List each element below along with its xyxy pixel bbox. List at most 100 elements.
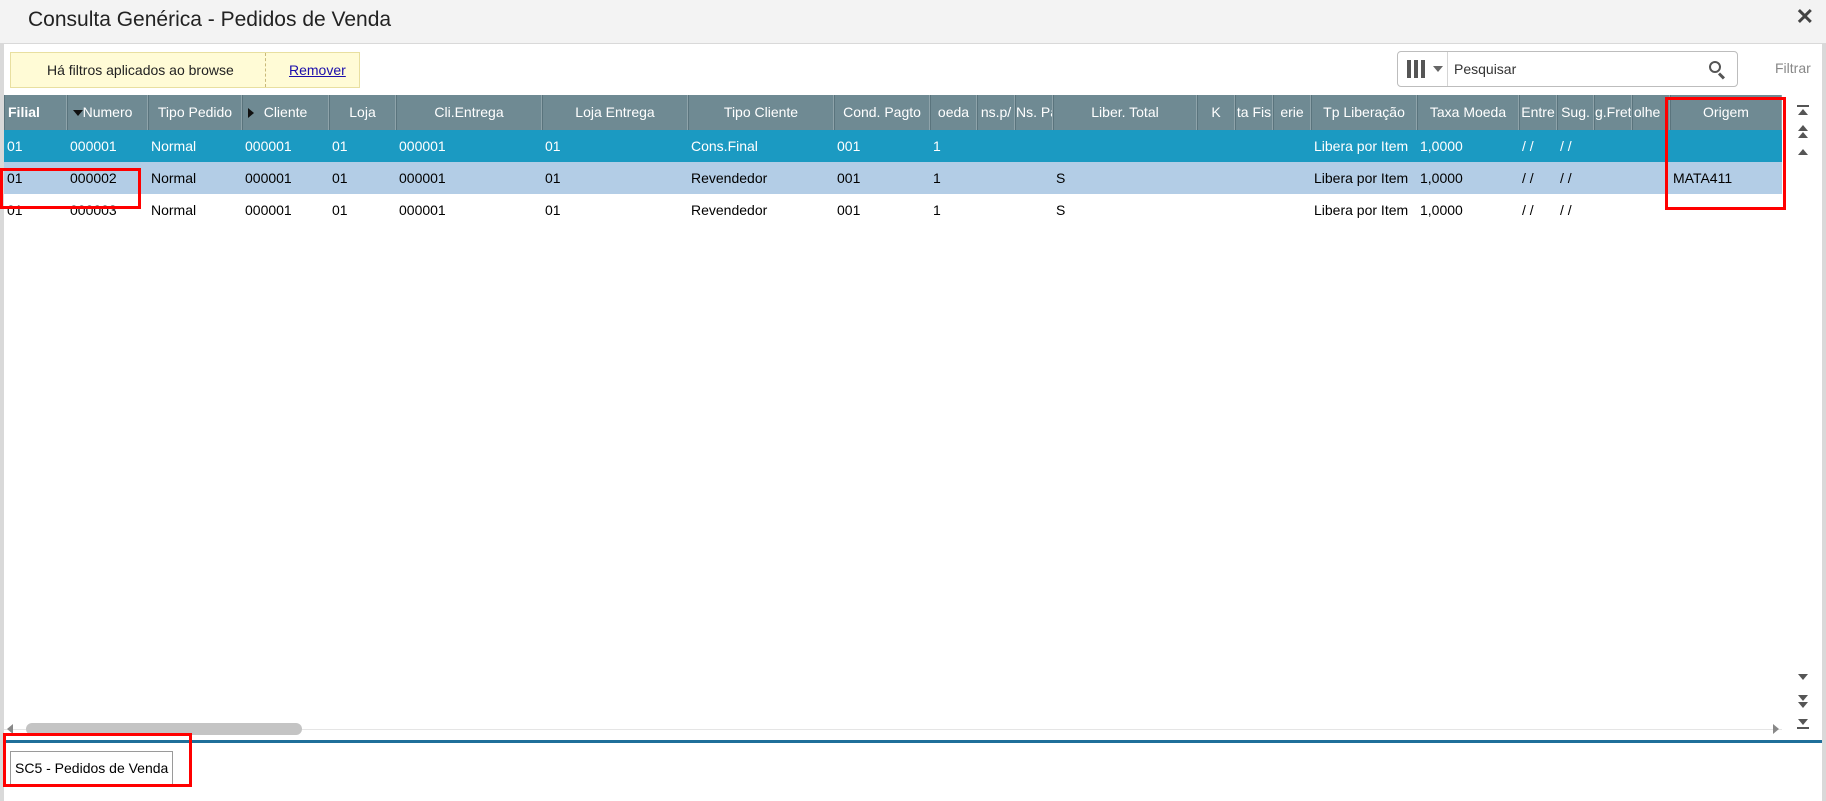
- column-header-ta-fis[interactable]: ta Fis: [1235, 95, 1273, 130]
- column-header-label: Ns. Pa: [1016, 104, 1052, 120]
- chevron-down-icon: [1433, 66, 1443, 72]
- table-cell-tipo-pedido: Normal: [151, 202, 197, 218]
- scroll-left-icon[interactable]: [7, 724, 13, 734]
- column-header-label: ns.p/: [980, 104, 1012, 120]
- table-cell-tp-liberacao: Libera por Item: [1314, 138, 1409, 154]
- horizontal-scrollbar[interactable]: [4, 720, 1782, 740]
- vertical-scrollbar[interactable]: [1782, 95, 1822, 740]
- sort-indicator-icon: [248, 108, 254, 118]
- table-cell-erie: [1273, 194, 1311, 227]
- horizontal-scroll-thumb[interactable]: [26, 723, 302, 735]
- column-header-label: Cliente: [263, 104, 308, 120]
- column-header-label: Cond. Pagto: [843, 104, 921, 120]
- column-header-label: Numero: [82, 104, 133, 120]
- column-header-label: Liber. Total: [1091, 104, 1159, 120]
- column-header-label: Tipo Pedido: [157, 104, 233, 120]
- column-header-loja[interactable]: Loja: [329, 95, 396, 130]
- column-header-label: Loja: [349, 104, 376, 120]
- column-header-ns-p[interactable]: ns.p/: [977, 95, 1015, 130]
- grid-header: Filial Numero Tipo Pedido Cliente Loja Cli.En…: [4, 95, 1782, 130]
- table-cell-tipo-cliente: Cons.Final: [691, 138, 758, 154]
- column-header-cond-pagto[interactable]: Cond. Pagto: [834, 95, 930, 130]
- scroll-bottom-icon[interactable]: [1794, 715, 1812, 733]
- table-cell-liber-total: S: [1056, 170, 1066, 186]
- search-icon[interactable]: [1709, 61, 1726, 80]
- table-cell-origem: MATA411: [1673, 170, 1733, 186]
- table-cell-cond-pagto: 001: [837, 138, 861, 154]
- table-cell-sug: / /: [1560, 202, 1572, 218]
- table-cell-loja: 01: [332, 202, 348, 218]
- column-header-erie[interactable]: erie: [1273, 95, 1311, 130]
- column-header-loja-entrega[interactable]: Loja Entrega: [542, 95, 688, 130]
- column-header-label: Sug.: [1561, 104, 1590, 120]
- column-header-taxa-moeda[interactable]: Taxa Moeda: [1417, 95, 1519, 130]
- column-header-g-fret[interactable]: g.Fret: [1594, 95, 1632, 130]
- remove-filter-link[interactable]: Remover: [289, 62, 346, 78]
- table-cell-cliente: 000001: [245, 202, 292, 218]
- table-cell-taxa-moeda: 1,0000: [1420, 138, 1463, 154]
- table-cell-loja-entrega: 01: [545, 138, 561, 154]
- filter-button[interactable]: Filtrar: [1775, 60, 1811, 76]
- column-header-label: Cli.Entrega: [434, 104, 504, 120]
- scroll-down-icon[interactable]: [1794, 668, 1812, 686]
- search-input[interactable]: [1454, 58, 1694, 80]
- column-header-tipo-cliente[interactable]: Tipo Cliente: [688, 95, 834, 130]
- title-bar: Consulta Genérica - Pedidos de Venda ✕: [0, 0, 1826, 44]
- table-cell-sug: / /: [1560, 170, 1572, 186]
- table-cell-cli-entrega: 000001: [399, 138, 446, 154]
- close-button[interactable]: ✕: [1796, 4, 1814, 30]
- scroll-page-up-icon[interactable]: [1794, 123, 1812, 141]
- table-cell-cliente: 000001: [245, 170, 292, 186]
- table-cell-tipo-cliente: Revendedor: [691, 202, 768, 218]
- table-cell-tipo-pedido: Normal: [151, 138, 197, 154]
- table-cell-liber-total: [1053, 130, 1197, 162]
- search-box: [1397, 51, 1738, 87]
- table-cell-tipo-pedido: Normal: [151, 170, 197, 186]
- table-cell-entre: / /: [1522, 202, 1534, 218]
- table-cell-taxa-moeda: 1,0000: [1420, 170, 1463, 186]
- column-header-label: olhe I: [1633, 104, 1669, 120]
- column-header-origem[interactable]: Origem: [1670, 95, 1782, 130]
- table-cell-taxa-moeda: 1,0000: [1420, 202, 1463, 218]
- table-cell-loja-entrega: 01: [545, 202, 561, 218]
- column-header-filial[interactable]: Filial: [4, 95, 67, 130]
- column-header-k[interactable]: K: [1197, 95, 1235, 130]
- column-header-label: Tipo Cliente: [723, 104, 799, 120]
- scroll-top-icon[interactable]: [1794, 103, 1812, 121]
- column-header-label: Taxa Moeda: [1429, 104, 1507, 120]
- table-cell-olhe-i: [1632, 130, 1670, 162]
- table-cell-olhe-i: [1632, 194, 1670, 227]
- table-cell-tipo-cliente: Revendedor: [691, 170, 768, 186]
- column-header-label: Filial: [8, 104, 40, 120]
- table-row[interactable]: 01 000002 Normal 000001 01 000001 01 Revendedor…: [4, 162, 1782, 195]
- column-header-numero[interactable]: Numero: [67, 95, 148, 130]
- table-row[interactable]: 01 000003 Normal 000001 01 000001 01 Revendedor…: [4, 194, 1782, 227]
- tab-sc5-pedidos-de-venda[interactable]: SC5 - Pedidos de Venda: [10, 751, 173, 785]
- column-header-sug[interactable]: Sug.: [1557, 95, 1594, 130]
- column-header-tp-liberacao[interactable]: Tp Liberação: [1311, 95, 1417, 130]
- scroll-up-icon[interactable]: [1794, 143, 1812, 161]
- table-cell-g-fret: [1594, 162, 1632, 195]
- column-header-cli-entrega[interactable]: Cli.Entrega: [396, 95, 542, 130]
- column-header-liber-total[interactable]: Liber. Total: [1053, 95, 1197, 130]
- filter-notice: Há filtros aplicados ao browse Remover: [10, 52, 360, 88]
- column-header-tipo-pedido[interactable]: Tipo Pedido: [148, 95, 242, 130]
- table-cell-entre: / /: [1522, 170, 1534, 186]
- column-header-olhe-i[interactable]: olhe I: [1632, 95, 1670, 130]
- table-cell-ns-p: [977, 194, 1015, 227]
- column-header-oeda[interactable]: oeda: [930, 95, 977, 130]
- table-row[interactable]: 01 000001 Normal 000001 01 000001 01 Cons.Final…: [4, 130, 1782, 162]
- table-cell-loja-entrega: 01: [545, 170, 561, 186]
- scroll-right-icon[interactable]: [1773, 724, 1779, 734]
- column-header-cliente[interactable]: Cliente: [242, 95, 329, 130]
- column-selector-button[interactable]: [1398, 52, 1448, 86]
- table-cell-ns-pa: [1015, 162, 1053, 195]
- column-header-ns-pa[interactable]: Ns. Pa: [1015, 95, 1053, 130]
- table-cell-loja: 01: [332, 138, 348, 154]
- table-cell-entre: / /: [1522, 138, 1534, 154]
- columns-icon: [1407, 60, 1427, 78]
- table-cell-ns-pa: [1015, 194, 1053, 227]
- scroll-page-down-icon[interactable]: [1794, 693, 1812, 711]
- table-cell-filial: 01: [7, 170, 23, 186]
- column-header-entre[interactable]: Entre: [1519, 95, 1557, 130]
